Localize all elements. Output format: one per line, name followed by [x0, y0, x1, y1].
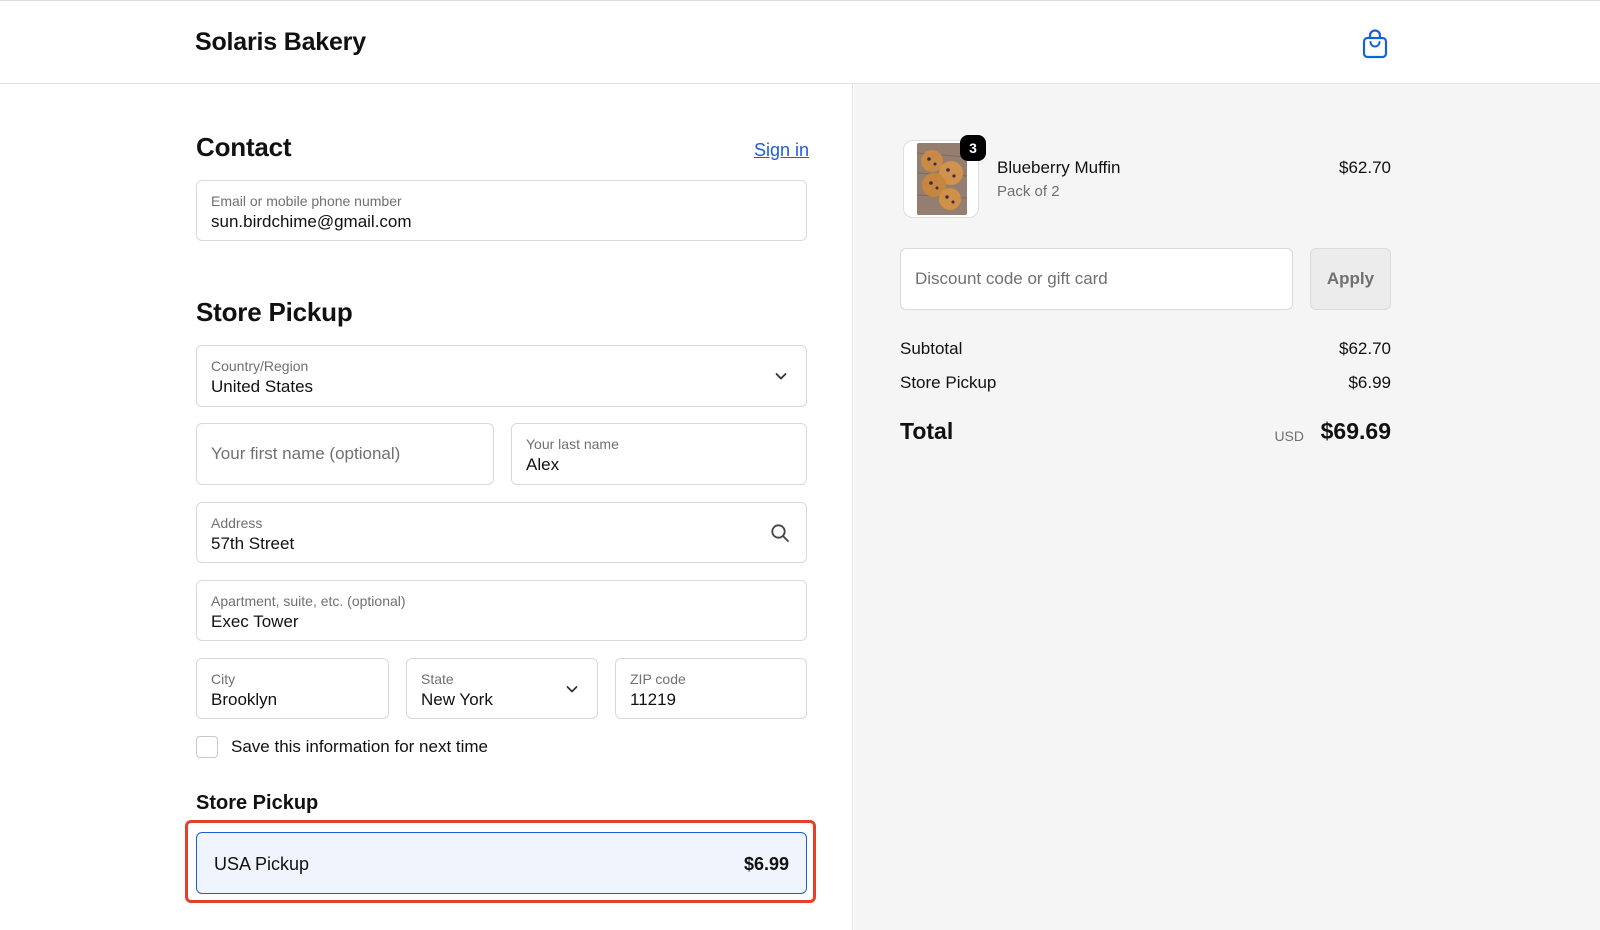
shipping-value: $6.99: [1348, 373, 1391, 392]
first-name-field[interactable]: Your first name (optional): [196, 423, 494, 485]
pickup-option-usa[interactable]: USA Pickup $6.99: [196, 832, 807, 894]
address-label: Address: [211, 515, 263, 531]
state-label: State: [421, 671, 454, 687]
email-field-value: sun.birdchime@gmail.com: [211, 212, 412, 231]
search-icon[interactable]: [770, 523, 790, 543]
apartment-field[interactable]: Apartment, suite, etc. (optional) Exec T…: [196, 580, 807, 641]
country-select-value: United States: [211, 377, 314, 396]
product-name: Blueberry Muffin: [997, 158, 1121, 177]
contact-heading: Contact: [196, 132, 292, 162]
brand-logo[interactable]: Solaris Bakery: [195, 28, 366, 57]
apply-discount-button[interactable]: Apply: [1310, 248, 1391, 310]
save-info-checkbox[interactable]: [196, 736, 218, 758]
zip-code-label: ZIP code: [630, 671, 686, 687]
first-name-placeholder: Your first name (optional): [211, 444, 401, 463]
product-variant: Pack of 2: [997, 183, 1060, 200]
last-name-field[interactable]: Your last name Alex: [511, 423, 807, 485]
shopping-bag-icon[interactable]: [1362, 29, 1388, 59]
address-value: 57th Street: [211, 534, 295, 553]
discount-code-input[interactable]: Discount code or gift card: [900, 248, 1293, 310]
subtotal-label: Subtotal: [900, 339, 963, 358]
total-label: Total: [900, 418, 954, 444]
state-select[interactable]: State New York: [406, 658, 598, 719]
discount-placeholder: Discount code or gift card: [915, 269, 1108, 288]
apartment-value: Exec Tower: [211, 612, 299, 631]
city-label: City: [211, 671, 236, 687]
city-value: Brooklyn: [211, 690, 278, 709]
total-currency: USD: [1274, 428, 1304, 444]
pickup-option-name: USA Pickup: [214, 854, 310, 874]
country-select-label: Country/Region: [211, 358, 309, 374]
city-field[interactable]: City Brooklyn: [196, 658, 389, 719]
zip-code-value: 11219: [630, 690, 677, 709]
pickup-method-heading: Store Pickup: [196, 792, 319, 814]
address-field[interactable]: Address 57th Street: [196, 502, 807, 563]
save-info-label[interactable]: Save this information for next time: [231, 737, 488, 757]
subtotal-value: $62.70: [1339, 339, 1391, 358]
email-field-label: Email or mobile phone number: [211, 193, 402, 209]
chevron-down-icon: [775, 373, 787, 380]
product-price: $62.70: [1339, 158, 1391, 177]
total-value: $69.69: [1320, 418, 1391, 444]
apartment-label: Apartment, suite, etc. (optional): [211, 593, 406, 609]
last-name-value: Alex: [526, 455, 560, 474]
last-name-label: Your last name: [526, 436, 619, 452]
email-field[interactable]: Email or mobile phone number sun.birdchi…: [196, 180, 807, 241]
country-select[interactable]: Country/Region United States: [196, 345, 807, 407]
pickup-option-price: $6.99: [743, 854, 789, 874]
store-pickup-heading: Store Pickup: [196, 297, 353, 327]
zip-code-field[interactable]: ZIP code 11219: [615, 658, 807, 719]
shipping-label: Store Pickup: [900, 373, 997, 392]
site-header: Solaris Bakery: [0, 0, 1600, 84]
sign-in-link[interactable]: Sign in: [754, 140, 809, 161]
state-value: New York: [421, 690, 493, 709]
chevron-down-icon: [566, 685, 578, 692]
quantity-badge: 3: [960, 135, 986, 161]
